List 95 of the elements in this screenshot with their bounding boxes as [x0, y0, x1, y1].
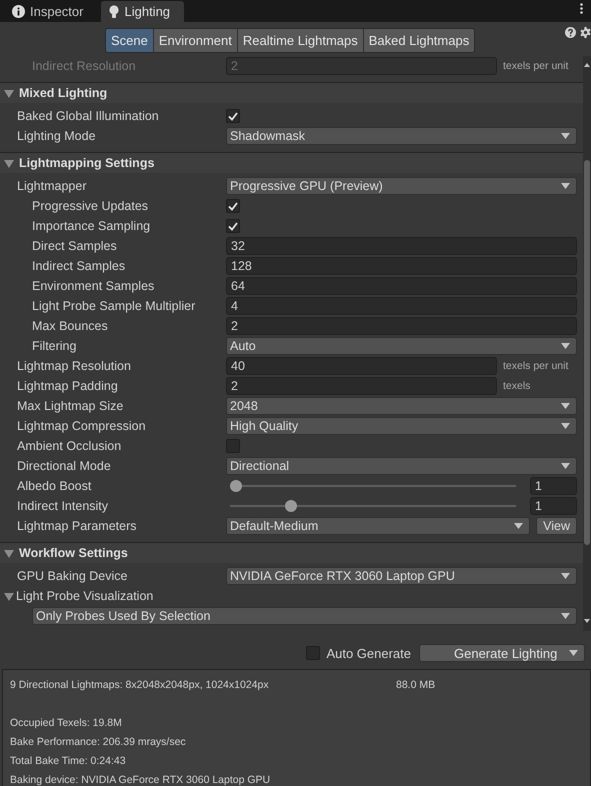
property-label: Lightmap Padding [17, 379, 119, 393]
property-label: GPU Baking Device [17, 569, 128, 583]
number-field[interactable]: 2 [226, 317, 577, 335]
more-icon[interactable] [580, 3, 583, 14]
dropdown[interactable]: Default-Medium [226, 517, 530, 535]
caret-icon [569, 650, 578, 656]
section-header[interactable]: Workflow Settings [0, 542, 583, 563]
dropdown[interactable]: NVIDIA GeForce RTX 3060 Laptop GPU [226, 567, 577, 585]
view-button[interactable]: View [536, 517, 577, 535]
number-field[interactable]: 2 [226, 377, 497, 395]
property-label: Lighting Mode [17, 129, 97, 143]
property-label: Lightmap Compression [17, 419, 147, 433]
property-label: Max Lightmap Size [17, 399, 124, 413]
foldout-arrow-icon[interactable] [4, 158, 14, 168]
scroll-down-icon[interactable] [584, 619, 590, 623]
dropdown[interactable]: Only Probes Used By Selection [32, 607, 577, 625]
number-field[interactable]: 32 [226, 237, 577, 255]
window-tab[interactable]: Lighting [101, 1, 184, 22]
property-label: Direct Samples [32, 239, 118, 253]
caret-icon [561, 613, 570, 619]
unit-label: texels per unit [503, 60, 568, 72]
caret-icon [561, 133, 570, 139]
property-label: Baked Global Illumination [17, 109, 160, 123]
section-header[interactable]: Lightmapping Settings [0, 152, 583, 173]
info-text: Bake Performance: 206.39 mrays/sec [10, 736, 186, 748]
property-label: Lightmap Parameters [17, 519, 138, 533]
property-label: Directional Mode [17, 459, 112, 473]
section-title: Workflow Settings [19, 546, 128, 560]
info-text: Total Bake Time: 0:24:43 [10, 754, 126, 766]
checkbox[interactable] [226, 439, 240, 453]
help-icon[interactable] [565, 27, 576, 38]
toolbar-tab[interactable]: Realtime Lightmaps [236, 29, 363, 52]
section-header[interactable]: Mixed Lighting [0, 82, 583, 103]
caret-icon [561, 423, 570, 429]
property-label: Max Bounces [32, 319, 109, 333]
foldout-arrow-icon[interactable] [4, 88, 14, 98]
dropdown[interactable]: 2048 [226, 397, 577, 415]
number-field[interactable]: 64 [226, 277, 577, 295]
dropdown[interactable]: Directional [226, 457, 577, 475]
number-field[interactable]: 1 [530, 497, 577, 515]
checkbox[interactable] [226, 199, 240, 213]
info-text: 88.0 MB [396, 678, 436, 690]
checkbox-label[interactable]: Auto Generate [326, 646, 411, 660]
foldout-arrow-icon[interactable] [4, 591, 14, 601]
settings-icon[interactable] [580, 27, 591, 38]
dropdown[interactable]: Shadowmask [226, 127, 577, 145]
checkbox[interactable] [226, 219, 240, 233]
property-label: Indirect Resolution [32, 59, 137, 73]
dropdown[interactable]: Auto [226, 337, 577, 355]
property-label: Albedo Boost [17, 479, 92, 493]
foldout-arrow-icon[interactable] [4, 548, 14, 558]
info-text: Occupied Texels: 19.8M [10, 716, 122, 728]
property-label: Environment Samples [32, 279, 156, 293]
property-label: Ambient Occlusion [17, 439, 122, 453]
unit-label: texels [503, 380, 530, 392]
scrollbar[interactable] [583, 56, 591, 631]
foldout-label[interactable]: Light Probe Visualization [16, 589, 154, 603]
section-title: Lightmapping Settings [19, 156, 154, 170]
property-label: Indirect Samples [32, 259, 126, 273]
slider-thumb[interactable] [230, 480, 242, 492]
caret-icon [561, 463, 570, 469]
caret-icon [561, 573, 570, 579]
property-label: Indirect Intensity [17, 499, 110, 513]
toolbar-tab[interactable]: Environment [152, 29, 237, 52]
scrollbar-thumb[interactable] [584, 160, 590, 545]
lightbulb-icon [109, 4, 120, 18]
section-title: Mixed Lighting [19, 86, 108, 100]
toolbar-tab[interactable]: Baked Lightmaps [362, 29, 474, 52]
caret-icon [561, 183, 570, 189]
caret-icon [561, 343, 570, 349]
property-label: Progressive Updates [32, 199, 150, 213]
info-icon [12, 5, 25, 18]
property-label: Importance Sampling [32, 219, 152, 233]
toolbar-tab[interactable]: Scene [106, 29, 153, 52]
generate-button[interactable]: Generate Lighting [419, 644, 585, 662]
number-field[interactable]: 40 [226, 357, 497, 375]
number-field[interactable]: 4 [226, 297, 577, 315]
info-text: Baking device: NVIDIA GeForce RTX 3060 Laptop GPU [10, 774, 270, 786]
dropdown[interactable]: Progressive GPU (Preview) [226, 177, 577, 195]
scroll-up-icon[interactable] [584, 63, 590, 67]
window-tab[interactable]: Inspector [4, 1, 98, 22]
checkbox[interactable] [306, 646, 320, 660]
number-field[interactable]: 1 [530, 477, 577, 495]
caret-icon [514, 523, 524, 529]
dropdown[interactable]: High Quality [226, 417, 577, 435]
unit-label: texels per unit [503, 360, 568, 372]
property-label: Lightmapper [17, 179, 88, 193]
caret-icon [561, 403, 570, 409]
slider-thumb[interactable] [284, 500, 297, 512]
number-field[interactable]: 128 [226, 257, 577, 275]
property-label: Light Probe Sample Multiplier [32, 299, 196, 313]
checkbox[interactable] [226, 109, 240, 123]
property-label: Lightmap Resolution [17, 359, 132, 373]
info-text: 9 Directional Lightmaps: 8x2048x2048px, 1024x1024px [10, 678, 270, 690]
property-label: Filtering [32, 339, 78, 353]
